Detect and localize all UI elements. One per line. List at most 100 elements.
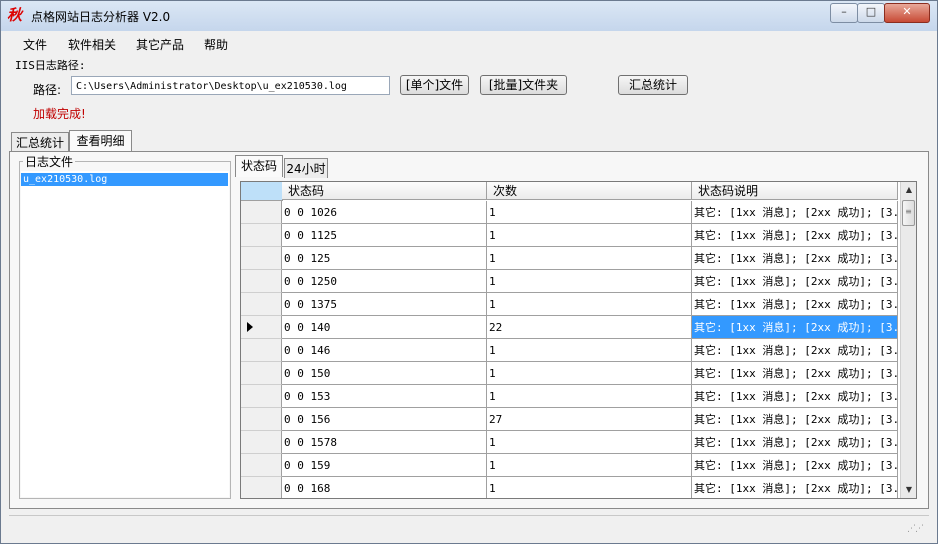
cell-count[interactable]: 1: [487, 362, 692, 385]
row-header[interactable]: [241, 454, 282, 477]
log-files-title: 日志文件: [23, 153, 76, 170]
row-header[interactable]: [241, 339, 282, 362]
log-file-item[interactable]: u_ex210530.log: [21, 173, 228, 186]
cell-count[interactable]: 1: [487, 270, 692, 293]
cell-description[interactable]: 其它: [1xx 消息]; [2xx 成功]; [3...: [692, 316, 898, 339]
cell-status-code[interactable]: 0 0 1375: [282, 293, 487, 316]
table-row[interactable]: 0 0 156 27 其它: [1xx 消息]; [2xx 成功]; [3...: [241, 408, 898, 431]
cell-description[interactable]: 其它: [1xx 消息]; [2xx 成功]; [3...: [692, 224, 898, 247]
table-row[interactable]: 0 0 150 1 其它: [1xx 消息]; [2xx 成功]; [3...: [241, 362, 898, 385]
cell-description[interactable]: 其它: [1xx 消息]; [2xx 成功]; [3...: [692, 454, 898, 477]
cell-status-code[interactable]: 0 0 153: [282, 385, 487, 408]
cell-description[interactable]: 其它: [1xx 消息]; [2xx 成功]; [3...: [692, 247, 898, 270]
cell-status-code[interactable]: 0 0 1125: [282, 224, 487, 247]
row-header[interactable]: [241, 247, 282, 270]
cell-status-code[interactable]: 0 0 140: [282, 316, 487, 339]
path-input[interactable]: C:\Users\Administrator\Desktop\u_ex21053…: [71, 76, 390, 95]
scroll-up-icon[interactable]: ▲: [901, 182, 916, 198]
current-row-pointer-icon: [247, 322, 253, 332]
title-bar: 秋 点格网站日志分析器 V2.0 – □ ✕: [1, 1, 937, 31]
scroll-thumb[interactable]: ≡: [902, 200, 915, 226]
summary-button[interactable]: 汇总统计: [618, 75, 688, 95]
menu-bar: 文件 软件相关 其它产品 帮助: [1, 32, 937, 54]
minimize-button[interactable]: –: [830, 3, 858, 23]
table-row[interactable]: 0 0 125 1 其它: [1xx 消息]; [2xx 成功]; [3...: [241, 247, 898, 270]
cell-description[interactable]: 其它: [1xx 消息]; [2xx 成功]; [3...: [692, 201, 898, 224]
cell-status-code[interactable]: 0 0 150: [282, 362, 487, 385]
tab-24-hours[interactable]: 24小时: [284, 158, 328, 178]
column-header-status-code[interactable]: 状态码: [282, 182, 487, 200]
close-button[interactable]: ✕: [884, 3, 930, 23]
grid-corner[interactable]: [241, 182, 283, 201]
single-file-button[interactable]: [单个]文件: [400, 75, 469, 95]
row-header[interactable]: [241, 385, 282, 408]
table-row[interactable]: 0 0 1026 1 其它: [1xx 消息]; [2xx 成功]; [3...: [241, 201, 898, 224]
cell-count[interactable]: 1: [487, 247, 692, 270]
tab-summary[interactable]: 汇总统计: [11, 132, 69, 152]
status-message: 加载完成!: [33, 107, 86, 121]
row-header[interactable]: [241, 362, 282, 385]
path-group-label: IIS日志路径:: [15, 59, 86, 72]
vertical-scrollbar[interactable]: ▲ ≡ ▼: [900, 182, 916, 498]
cell-description[interactable]: 其它: [1xx 消息]; [2xx 成功]; [3...: [692, 477, 898, 498]
menu-help[interactable]: 帮助: [204, 36, 228, 53]
cell-status-code[interactable]: 0 0 156: [282, 408, 487, 431]
table-row[interactable]: 0 0 146 1 其它: [1xx 消息]; [2xx 成功]; [3...: [241, 339, 898, 362]
tab-details[interactable]: 查看明细: [69, 130, 132, 152]
cell-count[interactable]: 22: [487, 316, 692, 339]
menu-software[interactable]: 软件相关: [68, 36, 116, 53]
cell-description[interactable]: 其它: [1xx 消息]; [2xx 成功]; [3...: [692, 385, 898, 408]
close-icon: ✕: [902, 5, 912, 18]
cell-description[interactable]: 其它: [1xx 消息]; [2xx 成功]; [3...: [692, 339, 898, 362]
table-row[interactable]: 0 0 153 1 其它: [1xx 消息]; [2xx 成功]; [3...: [241, 385, 898, 408]
tab-status-code[interactable]: 状态码: [235, 155, 283, 177]
cell-count[interactable]: 1: [487, 477, 692, 498]
row-header[interactable]: [241, 431, 282, 454]
table-row[interactable]: 0 0 1250 1 其它: [1xx 消息]; [2xx 成功]; [3...: [241, 270, 898, 293]
cell-description[interactable]: 其它: [1xx 消息]; [2xx 成功]; [3...: [692, 362, 898, 385]
minimize-icon: –: [841, 5, 847, 18]
cell-status-code[interactable]: 0 0 1026: [282, 201, 487, 224]
cell-count[interactable]: 27: [487, 408, 692, 431]
table-row[interactable]: 0 0 168 1 其它: [1xx 消息]; [2xx 成功]; [3...: [241, 477, 898, 498]
column-header-count[interactable]: 次数: [487, 182, 692, 200]
cell-count[interactable]: 1: [487, 224, 692, 247]
row-header[interactable]: [241, 293, 282, 316]
scroll-down-icon[interactable]: ▼: [901, 482, 916, 498]
log-file-list[interactable]: u_ex210530.log: [21, 171, 229, 497]
cell-count[interactable]: 1: [487, 385, 692, 408]
cell-description[interactable]: 其它: [1xx 消息]; [2xx 成功]; [3...: [692, 293, 898, 316]
table-row[interactable]: 0 0 159 1 其它: [1xx 消息]; [2xx 成功]; [3...: [241, 454, 898, 477]
cell-status-code[interactable]: 0 0 146: [282, 339, 487, 362]
table-row[interactable]: 0 0 1125 1 其它: [1xx 消息]; [2xx 成功]; [3...: [241, 224, 898, 247]
menu-file[interactable]: 文件: [23, 36, 47, 53]
row-header[interactable]: [241, 224, 282, 247]
row-header[interactable]: [241, 477, 282, 498]
cell-count[interactable]: 1: [487, 293, 692, 316]
menu-other-products[interactable]: 其它产品: [136, 36, 184, 53]
cell-count[interactable]: 1: [487, 339, 692, 362]
cell-status-code[interactable]: 0 0 168: [282, 477, 487, 498]
resize-grip-icon[interactable]: ⋰⋰: [907, 524, 924, 534]
cell-status-code[interactable]: 0 0 1578: [282, 431, 487, 454]
cell-description[interactable]: 其它: [1xx 消息]; [2xx 成功]; [3...: [692, 408, 898, 431]
main-window: 秋 点格网站日志分析器 V2.0 – □ ✕ 文件 软件相关 其它产品 帮助 I…: [0, 0, 938, 544]
cell-status-code[interactable]: 0 0 159: [282, 454, 487, 477]
cell-count[interactable]: 1: [487, 431, 692, 454]
column-header-description[interactable]: 状态码说明: [692, 182, 898, 200]
row-header[interactable]: [241, 201, 282, 224]
table-row[interactable]: 0 0 1375 1 其它: [1xx 消息]; [2xx 成功]; [3...: [241, 293, 898, 316]
cell-description[interactable]: 其它: [1xx 消息]; [2xx 成功]; [3...: [692, 270, 898, 293]
cell-status-code[interactable]: 0 0 1250: [282, 270, 487, 293]
cell-count[interactable]: 1: [487, 454, 692, 477]
row-header[interactable]: [241, 316, 282, 339]
row-header[interactable]: [241, 408, 282, 431]
cell-description[interactable]: 其它: [1xx 消息]; [2xx 成功]; [3...: [692, 431, 898, 454]
table-row[interactable]: 0 0 1578 1 其它: [1xx 消息]; [2xx 成功]; [3...: [241, 431, 898, 454]
cell-status-code[interactable]: 0 0 125: [282, 247, 487, 270]
row-header[interactable]: [241, 270, 282, 293]
maximize-button[interactable]: □: [857, 3, 885, 23]
table-row[interactable]: 0 0 140 22 其它: [1xx 消息]; [2xx 成功]; [3...: [241, 316, 898, 339]
cell-count[interactable]: 1: [487, 201, 692, 224]
batch-folder-button[interactable]: [批量]文件夹: [480, 75, 567, 95]
